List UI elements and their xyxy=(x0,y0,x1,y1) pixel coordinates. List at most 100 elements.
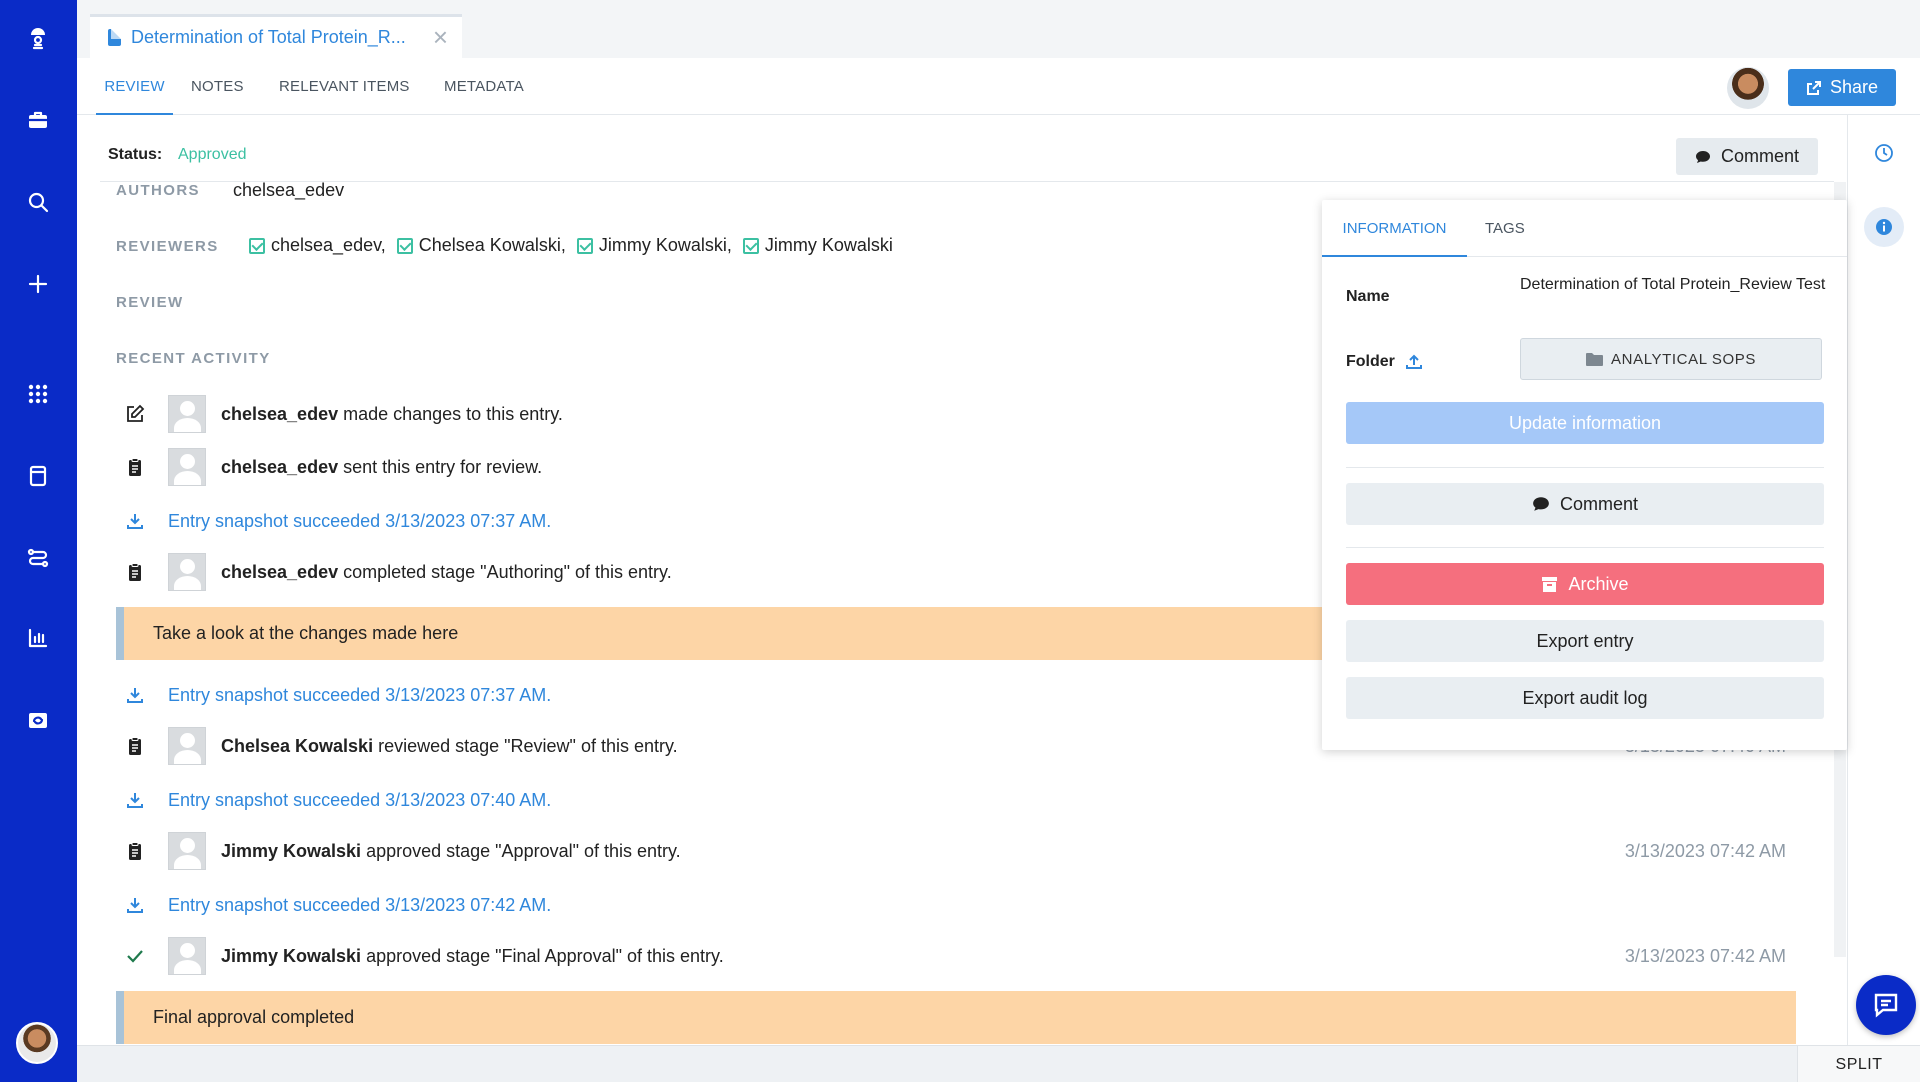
clipboard-icon xyxy=(124,561,146,583)
plus-icon[interactable] xyxy=(18,264,58,304)
archive-label: Archive xyxy=(1568,573,1629,594)
reviewer-name: Chelsea Kowalski, xyxy=(418,235,566,255)
tab-information[interactable]: INFORMATION xyxy=(1322,200,1467,257)
activity-user[interactable]: Jimmy Kowalski xyxy=(221,946,361,967)
divider xyxy=(1346,547,1824,548)
reviewers-list: chelsea_edev, Chelsea Kowalski, Jimmy Ko… xyxy=(249,235,899,259)
reviewer-item: Jimmy Kowalski xyxy=(742,235,893,256)
entry-subnav: REVIEW NOTES RELEVANT ITEMS METADATA xyxy=(77,58,1920,115)
information-panel: INFORMATION TAGS Name Determination of T… xyxy=(1322,200,1847,750)
avatar xyxy=(168,448,206,486)
reviewer-name: Jimmy Kowalski xyxy=(764,235,893,255)
reviewer-item: chelsea_edev, xyxy=(249,235,386,256)
share-button[interactable]: Share xyxy=(1788,69,1896,106)
split-workspace-button[interactable]: SPLIT WORKSPACE xyxy=(1797,1046,1920,1082)
lab-logo-icon[interactable] xyxy=(18,18,58,58)
reviewer-item: Jimmy Kowalski, xyxy=(576,235,732,256)
sync-folder-icon[interactable] xyxy=(18,700,58,740)
activity-user[interactable]: Jimmy Kowalski xyxy=(221,841,361,862)
export-entry-button[interactable]: Export entry xyxy=(1346,620,1824,662)
avatar xyxy=(168,553,206,591)
chat-button[interactable] xyxy=(1856,975,1916,1035)
activity-row: Entry snapshot succeeded 3/13/2023 07:42… xyxy=(116,885,1796,925)
snapshot-link[interactable]: Entry snapshot succeeded 3/13/2023 07:40… xyxy=(168,790,551,811)
document-icon xyxy=(108,29,121,46)
tab-tags[interactable]: TAGS xyxy=(1485,200,1525,257)
checkbox-icon xyxy=(249,237,265,254)
activity-text: completed stage "Authoring" of this entr… xyxy=(343,561,672,582)
tab-metadata[interactable]: METADATA xyxy=(444,58,524,115)
reviewer-name: chelsea_edev, xyxy=(271,235,386,255)
close-icon[interactable]: × xyxy=(433,24,448,50)
activity-timestamp: 3/13/2023 07:42 AM xyxy=(1624,840,1786,861)
clipboard-icon xyxy=(124,456,146,478)
archive-button[interactable]: Archive xyxy=(1346,563,1824,605)
search-icon[interactable] xyxy=(18,182,58,222)
edit-icon xyxy=(124,403,146,425)
document-tabbar: Determination of Total Protein_R... × xyxy=(77,0,1920,58)
download-icon xyxy=(124,894,146,916)
activity-user[interactable]: chelsea_edev xyxy=(221,404,338,425)
activity-timestamp: 3/13/2023 07:42 AM xyxy=(1624,945,1786,966)
folder-button[interactable]: ANALYTICAL SOPS xyxy=(1520,338,1822,380)
tab-notes[interactable]: NOTES xyxy=(191,58,244,115)
avatar xyxy=(168,937,206,975)
notebook-icon[interactable] xyxy=(18,456,58,496)
status-badge: Approved xyxy=(178,146,247,163)
activity-user[interactable]: chelsea_edev xyxy=(221,562,338,583)
checkbox-icon xyxy=(576,237,593,254)
download-icon xyxy=(124,789,146,811)
activity-text: approved stage "Final Approval" of this … xyxy=(366,945,724,966)
snapshot-link[interactable]: Entry snapshot succeeded 3/13/2023 07:37… xyxy=(168,511,551,532)
activity-text: reviewed stage "Review" of this entry. xyxy=(378,735,678,756)
activity-user[interactable]: Chelsea Kowalski xyxy=(221,736,373,757)
snapshot-link[interactable]: Entry snapshot succeeded 3/13/2023 07:42… xyxy=(168,895,551,916)
avatar xyxy=(168,395,206,433)
comment-button[interactable]: Comment xyxy=(1676,138,1818,175)
history-icon[interactable] xyxy=(1864,133,1904,173)
name-label: Name xyxy=(1346,288,1390,305)
document-tab-title: Determination of Total Protein_R... xyxy=(131,27,406,47)
reviewers-label: REVIEWERS xyxy=(116,238,219,255)
collaborator-avatar[interactable] xyxy=(1727,67,1769,109)
bar-chart-icon[interactable] xyxy=(18,618,58,658)
export-audit-log-button[interactable]: Export audit log xyxy=(1346,677,1824,719)
activity-row: Jimmy Kowalski approved stage "Final App… xyxy=(116,936,1796,976)
download-icon xyxy=(124,510,146,532)
grid-apps-icon[interactable] xyxy=(18,374,58,414)
activity-row: Entry snapshot succeeded 3/13/2023 07:40… xyxy=(116,780,1796,820)
tab-relevant-items[interactable]: RELEVANT ITEMS xyxy=(279,58,410,115)
chat-icon xyxy=(1874,993,1898,1018)
folder-icon xyxy=(1586,353,1604,366)
update-information-button[interactable]: Update information xyxy=(1346,402,1824,444)
folder-value: ANALYTICAL SOPS xyxy=(1611,350,1756,368)
review-label: REVIEW xyxy=(116,294,184,311)
reviewer-name: Jimmy Kowalski, xyxy=(598,235,732,255)
workflow-icon[interactable] xyxy=(18,538,58,578)
info-icon[interactable] xyxy=(1864,207,1904,247)
status-label: Status: xyxy=(108,146,163,163)
checkbox-icon xyxy=(396,237,413,254)
panel-comment-button[interactable]: Comment xyxy=(1346,483,1824,525)
panel-comment-label: Comment xyxy=(1559,493,1639,514)
status-bar: Status: Approved Comment xyxy=(100,115,1834,182)
name-value: Determination of Total Protein_Review Te… xyxy=(1520,276,1826,293)
left-nav xyxy=(0,0,77,1082)
upload-icon[interactable] xyxy=(1405,353,1423,371)
avatar xyxy=(168,832,206,870)
download-icon xyxy=(124,684,146,706)
tab-review[interactable]: REVIEW xyxy=(96,58,173,115)
activity-note: Final approval completed xyxy=(116,991,1796,1044)
activity-user[interactable]: chelsea_edev xyxy=(221,457,338,478)
activity-row: Jimmy Kowalski approved stage "Approval"… xyxy=(116,831,1796,871)
divider xyxy=(1346,467,1824,468)
reviewer-item: Chelsea Kowalski, xyxy=(396,235,566,256)
user-avatar[interactable] xyxy=(16,1022,58,1064)
briefcase-icon[interactable] xyxy=(18,100,58,140)
authors-label: AUTHORS xyxy=(116,182,200,199)
external-link-icon xyxy=(1806,80,1821,95)
clipboard-icon xyxy=(124,735,146,757)
document-tab[interactable]: Determination of Total Protein_R... × xyxy=(90,14,462,58)
snapshot-link[interactable]: Entry snapshot succeeded 3/13/2023 07:37… xyxy=(168,685,551,706)
speech-bubble-icon xyxy=(1533,497,1549,511)
